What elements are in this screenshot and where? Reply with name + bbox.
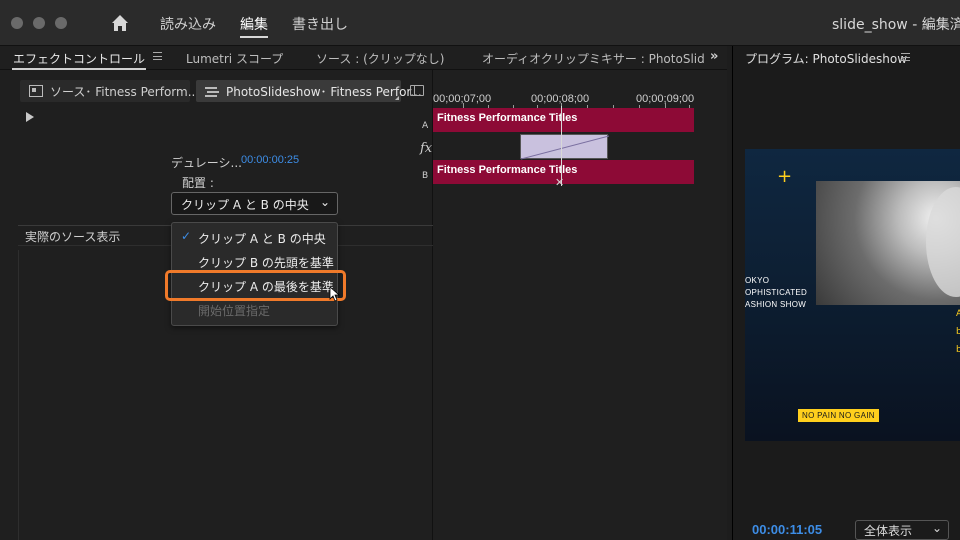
checkmark-icon: ✓ (181, 229, 192, 243)
zoom-window-button[interactable] (55, 17, 67, 29)
option-custom-start: 開始位置指定 (198, 304, 271, 318)
video-text-line-1: OKYO (745, 276, 770, 285)
chevron-down-icon: ⌄ (931, 521, 942, 535)
effect-controls-menu-icon[interactable] (153, 52, 162, 60)
alignment-label: 配置 : (182, 176, 214, 190)
tab-lumetri-scopes[interactable]: Lumetri スコープ (186, 50, 283, 67)
sequence-icon (205, 85, 219, 97)
tab-audio-clip-mixer[interactable]: オーディオクリップミキサー : PhotoSlides (482, 50, 704, 67)
photo-image (816, 181, 960, 305)
video-text-right-1: A (956, 309, 960, 319)
corner-indicator-icon (395, 96, 399, 100)
option-center-ab[interactable]: クリップ A と B の中央 (198, 230, 326, 247)
sequence-clip-tab[interactable]: PhotoSlideshow･ Fitness Perfor... (196, 80, 422, 102)
tab-effect-controls[interactable]: エフェクトコントロール (13, 50, 145, 67)
document-title: slide_show - 編集済み (832, 17, 960, 33)
video-text-right-2: b (956, 327, 960, 337)
clip-icon (29, 85, 43, 97)
sequence-clip-label: PhotoSlideshow･ Fitness Perfor... (226, 85, 422, 99)
menu-export[interactable]: 書き出し (292, 14, 348, 34)
alignment-value: クリップ A と B の中央 (181, 198, 309, 212)
program-video-frame: + OKYO OPHISTICATED ASHION SHOW A b b NO… (745, 149, 960, 441)
zoom-level-select[interactable]: 全体表示 ⌄ (855, 520, 949, 540)
transition-clip[interactable] (520, 134, 609, 160)
home-icon[interactable] (109, 12, 131, 34)
program-monitor-title[interactable]: プログラム: PhotoSlideshow (745, 50, 907, 67)
clip-a-bar[interactable]: Fitness Performance Titles (433, 108, 694, 132)
video-text-right-3: b (956, 345, 960, 355)
zoom-level-value: 全体表示 (864, 524, 913, 538)
fx-icon: fx (420, 141, 433, 156)
close-window-button[interactable] (11, 17, 23, 29)
video-text-line-3: ASHION SHOW (745, 300, 807, 309)
track-a-label: A (422, 121, 429, 131)
program-menu-icon[interactable] (901, 53, 910, 61)
duration-value[interactable]: 00:00:00:25 (241, 154, 299, 166)
effect-controls-timeline: 00;00;07;00 00;00;08;00 00;00;09;00 Fitn… (433, 70, 727, 540)
panel-tab-bar: エフェクトコントロール Lumetri スコープ ソース : (クリップなし) … (0, 46, 727, 70)
title-bar: 読み込み 編集 書き出し slide_show - 編集済み (0, 0, 960, 46)
source-clip-tab[interactable]: ソース･ Fitness Perform... (20, 80, 199, 102)
program-timecode[interactable]: 00:00:11:05 (752, 522, 822, 537)
menu-edit[interactable]: 編集 (240, 14, 268, 38)
menu-import[interactable]: 読み込み (160, 14, 216, 34)
actual-source-label: 実際のソース表示 (25, 230, 121, 244)
program-monitor-panel: プログラム: PhotoSlideshow + OKYO OPHISTICATE… (732, 46, 960, 540)
source-clip-label: ソース･ Fitness Perform... (50, 85, 200, 99)
video-text-line-2: OPHISTICATED (745, 288, 808, 297)
playhead-marker-icon: ✕ (555, 176, 565, 189)
highlight-callout (165, 270, 346, 301)
play-icon[interactable] (26, 112, 34, 122)
track-b-label: B (422, 171, 429, 181)
divider (18, 250, 19, 540)
transition-diagonal-icon (521, 135, 609, 160)
minimize-window-button[interactable] (33, 17, 45, 29)
option-start-b[interactable]: クリップ B の先頭を基準 (198, 254, 334, 271)
playhead-line[interactable] (561, 106, 562, 186)
alignment-select[interactable]: クリップ A と B の中央 ⌄ (171, 192, 338, 215)
chevron-down-icon: ⌄ (319, 195, 330, 209)
duration-label: デュレーシ... (171, 156, 242, 170)
crosshair-icon: + (777, 166, 793, 187)
toggle-timeline-view-icon[interactable] (410, 85, 424, 96)
tab-source[interactable]: ソース : (クリップなし) (316, 50, 444, 67)
video-badge: NO PAIN NO GAIN (798, 409, 879, 422)
more-tabs-icon[interactable]: » (710, 49, 718, 64)
mouse-cursor-icon (329, 286, 341, 302)
